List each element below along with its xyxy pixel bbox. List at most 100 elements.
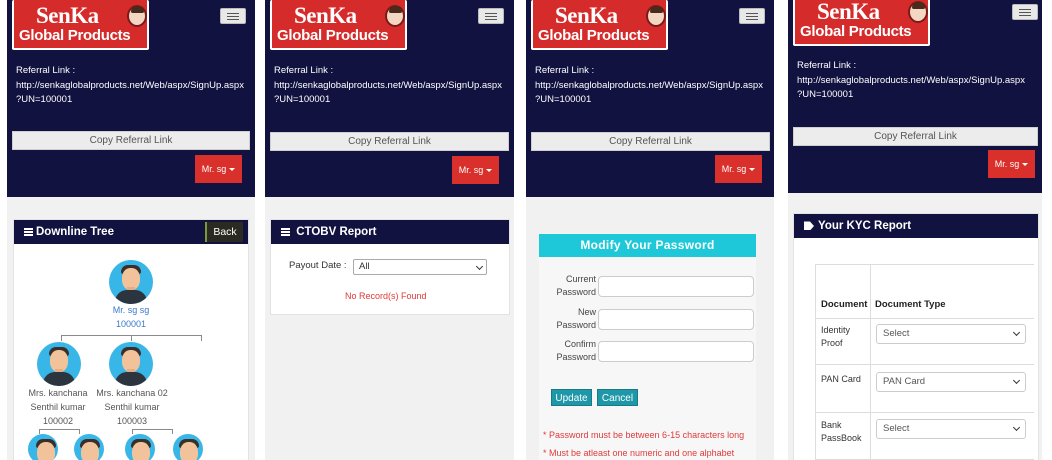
- caret-down-icon: [229, 168, 236, 172]
- table-border: [815, 264, 816, 460]
- user-menu-button[interactable]: Mr. sg: [988, 150, 1035, 178]
- confirm-password-label: Confirm Password: [551, 338, 596, 364]
- menu-toggle-icon[interactable]: [478, 8, 504, 24]
- child-name[interactable]: Mrs. kanchana 02: [86, 386, 178, 400]
- grandchild-avatar[interactable]: [173, 434, 203, 460]
- confirm-password-input[interactable]: [598, 341, 754, 362]
- tree-connector: [61, 335, 62, 341]
- brand-name: SenKa: [36, 3, 99, 28]
- brand-logo[interactable]: SenKa Global Products: [12, 0, 149, 50]
- referral-block: Referral Link : http://senkaglobalproduc…: [535, 64, 767, 108]
- downline-card-header: Downline Tree Back: [14, 220, 248, 244]
- tree-connector: [79, 429, 80, 434]
- caret-down-icon: [749, 168, 756, 172]
- chevron-down-icon: [1012, 423, 1021, 432]
- empty-message: No Record(s) Found: [345, 291, 427, 301]
- select-value: Select: [883, 328, 910, 339]
- user-name: Mr. sg: [458, 165, 484, 175]
- brand-logo[interactable]: SenKa Global Products: [270, 0, 407, 50]
- identity-proof-select[interactable]: Select: [876, 324, 1026, 344]
- referral-url: http://senkaglobalproducts.net/Web/aspx/…: [16, 79, 244, 106]
- child-surname: Senthil kumar: [104, 402, 160, 412]
- ctobv-title: CTOBV Report: [296, 226, 377, 238]
- child-avatar[interactable]: [37, 342, 81, 386]
- referral-block: Referral Link : http://senkaglobalproduc…: [797, 59, 1029, 103]
- brand-logo[interactable]: SenKa Global Products: [793, 0, 930, 46]
- chevron-down-icon: [1012, 376, 1021, 385]
- copy-referral-button[interactable]: Copy Referral Link: [12, 131, 250, 150]
- list-icon: [24, 226, 33, 237]
- tree-connector: [132, 429, 172, 430]
- copy-referral-button[interactable]: Copy Referral Link: [531, 132, 770, 151]
- brand-name: SenKa: [555, 3, 618, 28]
- kyc-row-document: Identity Proof: [821, 324, 850, 350]
- kyc-card: Your KYC Report Document Document Type I…: [793, 213, 1039, 460]
- tag-icon: [804, 221, 814, 231]
- referral-url: http://senkaglobalproducts.net/Web/aspx/…: [274, 79, 502, 106]
- payout-date-select[interactable]: All: [353, 259, 487, 275]
- child-avatar[interactable]: [109, 342, 153, 386]
- user-name: Mr. sg: [201, 164, 227, 174]
- confirm-password-label-2: Password: [556, 352, 596, 362]
- brand-subtitle: Global Products: [19, 27, 131, 44]
- table-row-divider: [815, 318, 1034, 319]
- kyc-panel: SenKa Global Products Referral Link : ht…: [788, 0, 1042, 460]
- new-password-label-2: Password: [556, 320, 596, 330]
- tree-connector: [132, 429, 133, 434]
- table-border: [815, 264, 1034, 265]
- copy-referral-button[interactable]: Copy Referral Link: [793, 127, 1038, 146]
- brand-logo[interactable]: SenKa Global Products: [531, 0, 668, 50]
- update-button[interactable]: Update: [551, 389, 592, 406]
- referral-label: Referral Link :: [274, 65, 334, 76]
- menu-toggle-icon[interactable]: [1012, 4, 1038, 20]
- user-name: Mr. sg: [721, 164, 747, 174]
- downline-panel: SenKa Global Products Referral Link : ht…: [7, 0, 255, 460]
- pan-card-select[interactable]: PAN Card: [876, 372, 1026, 392]
- back-button[interactable]: Back: [205, 222, 243, 242]
- current-password-input[interactable]: [598, 276, 754, 297]
- menu-toggle-icon[interactable]: [220, 8, 246, 24]
- payout-date-label: Payout Date :: [289, 260, 347, 271]
- brand-face-icon: [127, 5, 147, 27]
- site-header: SenKa Global Products Referral Link : ht…: [265, 0, 514, 197]
- grandchild-avatar[interactable]: [74, 434, 104, 460]
- referral-label: Referral Link :: [797, 60, 857, 71]
- kyc-row-document-line1: PAN Card: [821, 374, 861, 384]
- password-panel: SenKa Global Products Referral Link : ht…: [526, 0, 774, 460]
- referral-url: http://senkaglobalproducts.net/Web/aspx/…: [797, 74, 1025, 101]
- copy-referral-button[interactable]: Copy Referral Link: [270, 132, 509, 151]
- site-header: SenKa Global Products Referral Link : ht…: [526, 0, 774, 197]
- brand-subtitle: Global Products: [538, 27, 650, 44]
- new-password-input[interactable]: [598, 309, 754, 330]
- referral-label: Referral Link :: [16, 65, 76, 76]
- kyc-row-document-line1: Identity: [821, 325, 851, 335]
- password-rule-alnum: * Must be atleast one numeric and one al…: [543, 448, 735, 458]
- current-password-label: Current Password: [551, 273, 596, 299]
- tree-connector: [39, 429, 79, 430]
- kyc-row-document: Bank PassBook: [821, 419, 862, 445]
- bank-passbook-select[interactable]: Select: [876, 419, 1026, 439]
- root-id: 100001: [115, 319, 147, 329]
- chevron-down-icon: [1012, 328, 1021, 337]
- new-password-label-1: New: [577, 307, 596, 317]
- kyc-title: Your KYC Report: [818, 220, 912, 232]
- grandchild-avatar[interactable]: [125, 434, 155, 460]
- user-menu-button[interactable]: Mr. sg: [195, 155, 242, 183]
- kyc-row-document-line2: Proof: [821, 338, 843, 348]
- tree-connector: [201, 335, 202, 341]
- root-avatar[interactable]: [109, 260, 153, 304]
- user-menu-button[interactable]: Mr. sg: [715, 155, 762, 183]
- downline-card: Downline Tree Back Mr. sg sg 100001 Mrs.…: [13, 219, 249, 460]
- table-row-divider: [815, 412, 1034, 413]
- password-title: Modify Your Password: [539, 234, 756, 257]
- table-row-divider: [815, 364, 1034, 365]
- column-header-type: Document Type: [875, 299, 946, 310]
- grandchild-avatar[interactable]: [28, 434, 58, 460]
- brand-name: SenKa: [294, 3, 357, 28]
- menu-toggle-icon[interactable]: [739, 8, 765, 24]
- cancel-button[interactable]: Cancel: [597, 389, 638, 406]
- kyc-row-document-line2: PassBook: [821, 433, 862, 443]
- user-menu-button[interactable]: Mr. sg: [452, 156, 499, 184]
- root-name[interactable]: Mr. sg sg: [81, 303, 181, 317]
- tree-connector: [131, 335, 132, 341]
